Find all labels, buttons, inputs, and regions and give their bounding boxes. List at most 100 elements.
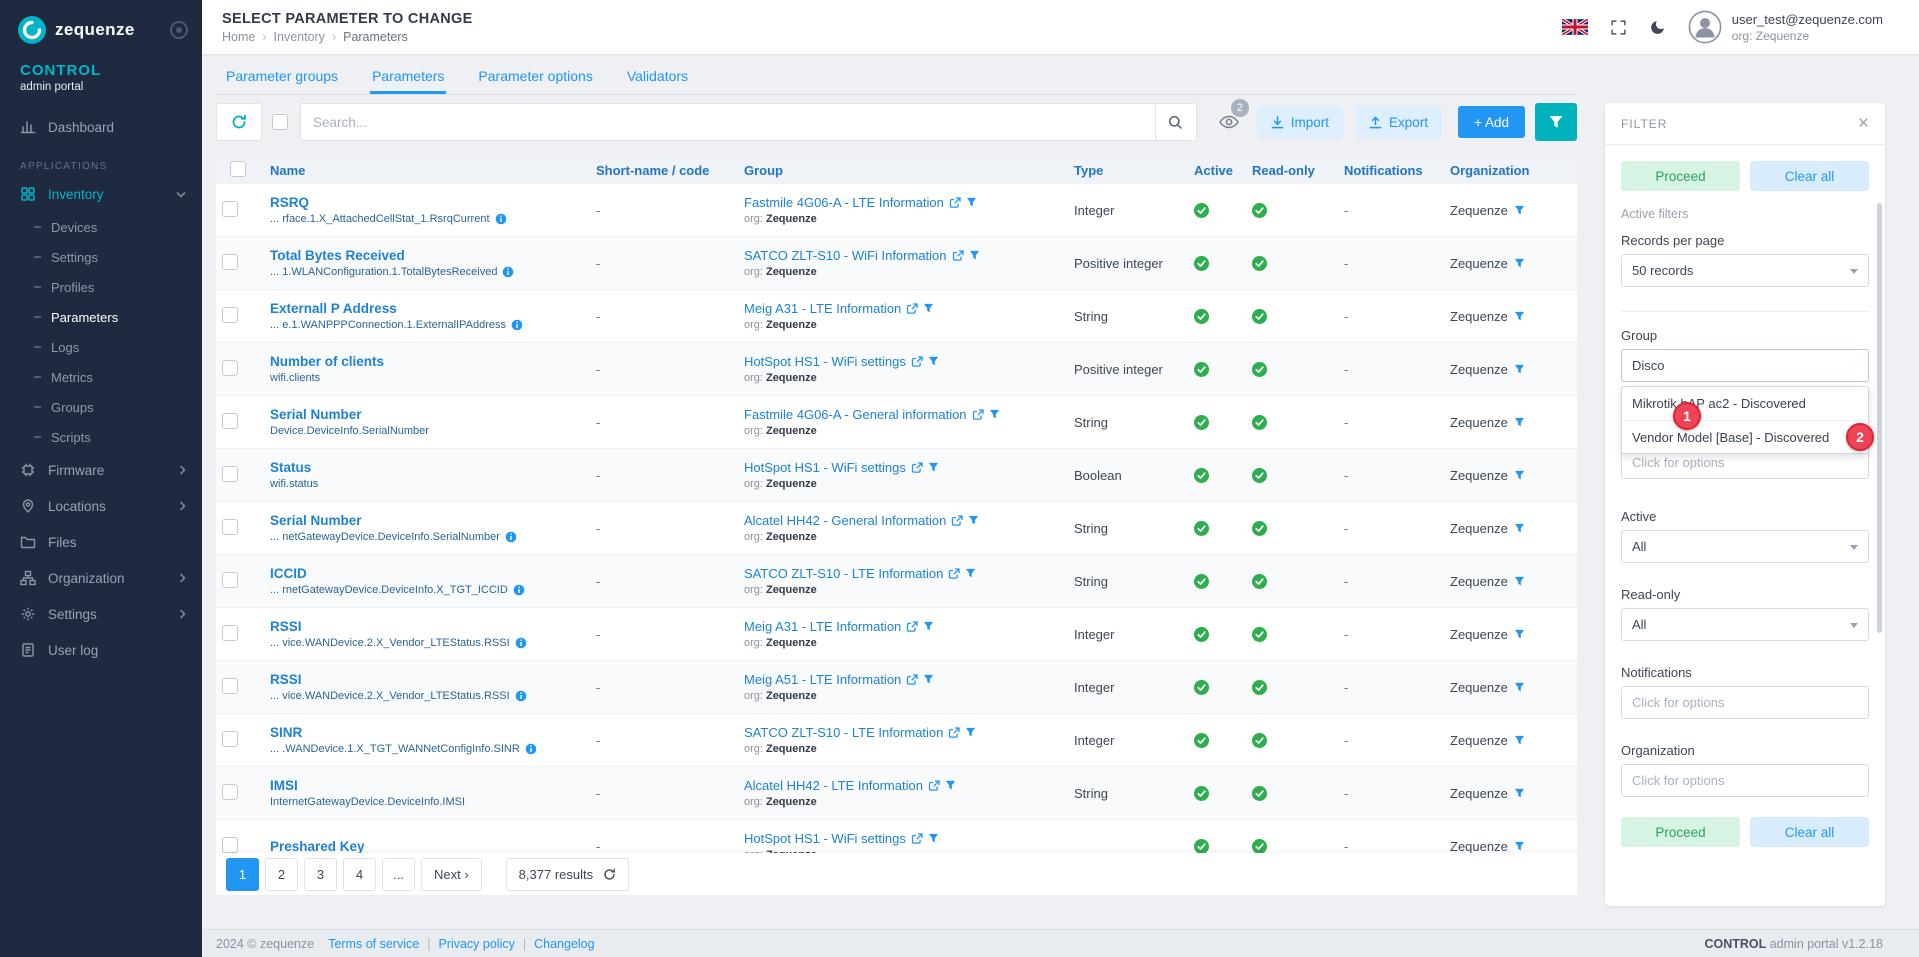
group-link[interactable]: HotSpot HS1 - WiFi settings [744, 354, 906, 369]
records-per-page-select[interactable]: 50 records [1621, 254, 1869, 287]
search-button[interactable] [1155, 103, 1197, 141]
external-link-icon[interactable] [928, 780, 940, 792]
user-menu[interactable]: user_test@zequenze.com org: Zequenze [1688, 10, 1883, 44]
parameter-name-link[interactable]: IMSI [270, 778, 584, 793]
external-link-icon[interactable] [906, 303, 918, 315]
sidebar-item-inventory[interactable]: Inventory [0, 176, 202, 212]
sidebar-item-settings-sub[interactable]: Settings [0, 242, 202, 272]
sidebar-item-logs[interactable]: Logs [0, 332, 202, 362]
group-link[interactable]: SATCO ZLT-S10 - LTE Information [744, 725, 943, 740]
group-filter-icon[interactable] [923, 303, 934, 314]
row-checkbox[interactable] [222, 572, 238, 588]
info-icon[interactable] [515, 690, 527, 702]
group-link[interactable]: Meig A31 - LTE Information [744, 619, 901, 634]
col-readonly[interactable]: Read-only [1246, 163, 1338, 178]
group-filter-icon[interactable] [928, 833, 939, 844]
proceed-button-bottom[interactable]: Proceed [1621, 817, 1740, 847]
sidebar-toggle-icon[interactable] [170, 21, 188, 39]
external-link-icon[interactable] [949, 197, 961, 209]
parameter-name-link[interactable]: SINR [270, 725, 584, 740]
group-link[interactable]: Alcatel HH42 - LTE Information [744, 778, 923, 793]
group-option-vendor-model[interactable]: Vendor Model [Base] - Discovered [1622, 420, 1868, 453]
row-checkbox[interactable] [222, 466, 238, 482]
organization-filter-icon[interactable] [1514, 576, 1525, 587]
results-refresh-icon[interactable] [603, 868, 616, 881]
sidebar-item-user-log[interactable]: User log [0, 632, 202, 668]
clear-all-button-top[interactable]: Clear all [1750, 161, 1869, 191]
filter-toggle-button[interactable] [1535, 103, 1577, 141]
col-active[interactable]: Active [1188, 163, 1246, 178]
col-notifications[interactable]: Notifications [1338, 163, 1444, 178]
external-link-icon[interactable] [911, 462, 923, 474]
row-checkbox[interactable] [222, 731, 238, 747]
dark-mode-moon-icon[interactable] [1649, 19, 1666, 36]
import-button[interactable]: Import [1257, 106, 1343, 138]
breadcrumb-home[interactable]: Home [222, 30, 255, 44]
parameter-name-link[interactable]: RSSI [270, 619, 584, 634]
info-icon[interactable] [525, 743, 537, 755]
col-name[interactable]: Name [254, 163, 590, 178]
organization-filter-icon[interactable] [1514, 470, 1525, 481]
sidebar-item-devices[interactable]: Devices [0, 212, 202, 242]
terms-link[interactable]: Terms of service [328, 937, 419, 951]
group-filter-icon[interactable] [945, 780, 956, 791]
organization-filter-icon[interactable] [1514, 735, 1525, 746]
clear-all-button-bottom[interactable]: Clear all [1750, 817, 1869, 847]
header-checkbox[interactable] [230, 161, 246, 177]
group-filter-icon[interactable] [923, 621, 934, 632]
external-link-icon[interactable] [948, 727, 960, 739]
readonly-select[interactable]: All [1621, 608, 1869, 641]
organization-filter-icon[interactable] [1514, 788, 1525, 799]
column-visibility-button[interactable]: 2 [1211, 103, 1247, 141]
parameter-name-link[interactable]: Status [270, 460, 584, 475]
organization-filter-icon[interactable] [1514, 258, 1525, 269]
parameter-name-link[interactable]: Serial Number [270, 407, 584, 422]
group-filter-icon[interactable] [928, 356, 939, 367]
group-filter-icon[interactable] [966, 197, 977, 208]
sidebar-item-locations[interactable]: Locations [0, 488, 202, 524]
parameter-name-link[interactable]: Preshared Key [270, 839, 584, 854]
parameter-name-link[interactable]: Serial Number [270, 513, 584, 528]
group-link[interactable]: Meig A31 - LTE Information [744, 301, 901, 316]
group-link[interactable]: HotSpot HS1 - WiFi settings [744, 460, 906, 475]
group-link[interactable]: HotSpot HS1 - WiFi settings [744, 831, 906, 846]
close-icon[interactable]: × [1858, 114, 1869, 133]
group-filter-icon[interactable] [928, 462, 939, 473]
organization-filter-icon[interactable] [1514, 417, 1525, 428]
page-button-2[interactable]: 2 [265, 858, 298, 891]
sidebar-item-scripts[interactable]: Scripts [0, 422, 202, 452]
row-checkbox[interactable] [222, 625, 238, 641]
info-icon[interactable] [495, 213, 507, 225]
privacy-link[interactable]: Privacy policy [419, 937, 515, 951]
tab-parameter-groups[interactable]: Parameter groups [224, 64, 340, 94]
organization-select[interactable] [1621, 764, 1869, 797]
group-filter-icon[interactable] [923, 674, 934, 685]
sidebar-item-metrics[interactable]: Metrics [0, 362, 202, 392]
group-search-input[interactable] [1621, 349, 1869, 382]
tab-validators[interactable]: Validators [625, 64, 690, 94]
brand-block[interactable]: zequenze [0, 0, 202, 44]
changelog-link[interactable]: Changelog [515, 937, 595, 951]
external-link-icon[interactable] [952, 250, 964, 262]
external-link-icon[interactable] [906, 621, 918, 633]
refresh-button[interactable] [216, 103, 262, 141]
info-icon[interactable] [511, 319, 523, 331]
row-checkbox[interactable] [222, 360, 238, 376]
external-link-icon[interactable] [972, 409, 984, 421]
external-link-icon[interactable] [951, 515, 963, 527]
group-filter-icon[interactable] [969, 250, 980, 261]
parameter-name-link[interactable]: Externall P Address [270, 301, 584, 316]
select-all-checkbox[interactable] [272, 114, 288, 130]
organization-filter-icon[interactable] [1514, 629, 1525, 640]
external-link-icon[interactable] [906, 674, 918, 686]
col-organization[interactable]: Organization [1444, 163, 1577, 178]
row-checkbox[interactable] [222, 254, 238, 270]
page-button-1[interactable]: 1 [226, 858, 259, 891]
sidebar-item-firmware[interactable]: Firmware [0, 452, 202, 488]
proceed-button-top[interactable]: Proceed [1621, 161, 1740, 191]
group-link[interactable]: SATCO ZLT-S10 - LTE Information [744, 566, 943, 581]
row-checkbox[interactable] [222, 678, 238, 694]
active-select[interactable]: All [1621, 530, 1869, 563]
group-link[interactable]: Meig A51 - LTE Information [744, 672, 901, 687]
group-link[interactable]: Alcatel HH42 - General Information [744, 513, 946, 528]
